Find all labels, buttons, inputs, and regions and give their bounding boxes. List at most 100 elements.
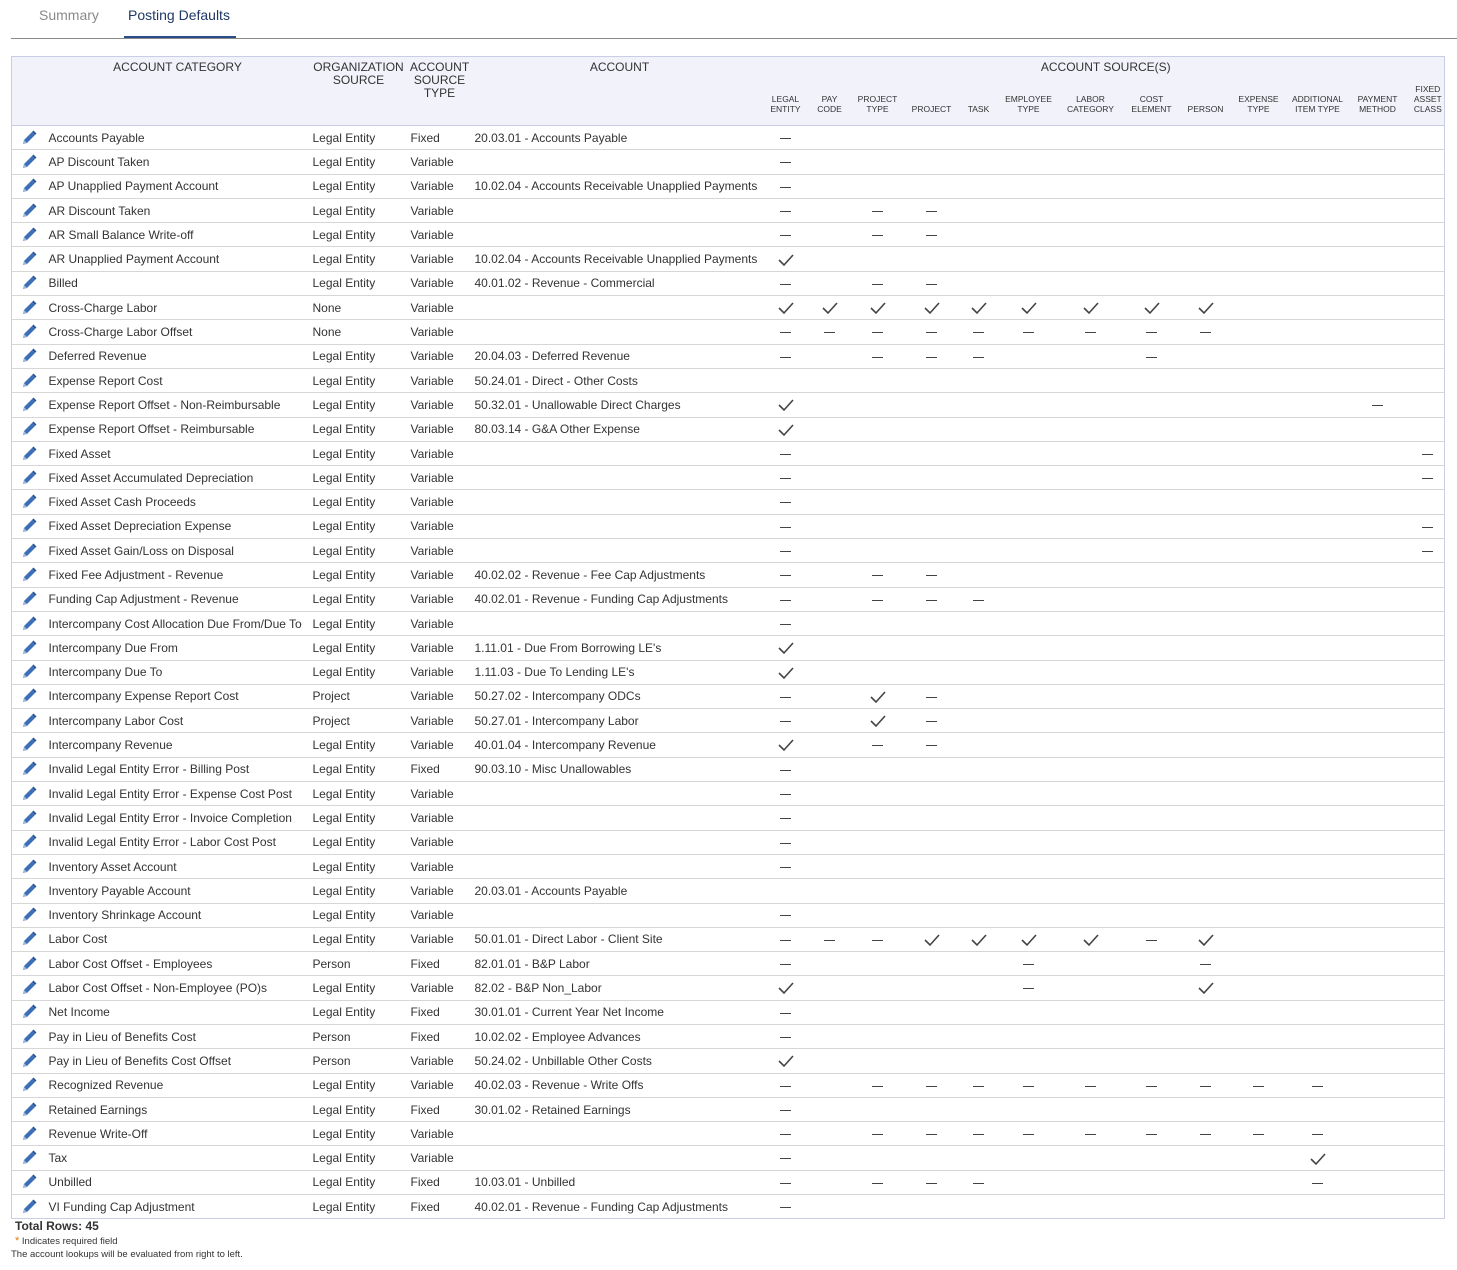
pencil-icon[interactable] xyxy=(20,470,38,484)
table-row: Fixed Asset Depreciation Expense Legal En… xyxy=(11,513,1445,539)
source-cell-payment-method xyxy=(1343,197,1412,223)
table-row: Expense Report Cost Legal Entity Variable 5… xyxy=(11,367,1445,393)
pencil-icon[interactable] xyxy=(20,664,38,679)
header-source-payment-method: PAYMENT METHOD xyxy=(1343,75,1412,126)
pencil-icon[interactable] xyxy=(20,567,38,581)
pencil-icon[interactable] xyxy=(20,251,38,266)
pencil-icon[interactable] xyxy=(20,640,38,654)
pencil-icon[interactable] xyxy=(20,834,38,849)
source-cell-fixed-asset-class xyxy=(1411,829,1445,855)
pencil-icon[interactable] xyxy=(20,907,38,922)
table-row: Invalid Legal Entity Error - Labor Cost … xyxy=(11,829,1445,855)
pencil-icon[interactable] xyxy=(20,1077,38,1092)
source-cell-expense-type xyxy=(1225,1194,1292,1219)
source-cell-cost-element xyxy=(1117,951,1186,976)
tab-posting-defaults[interactable]: Posting Defaults xyxy=(128,7,230,23)
pencil-icon[interactable] xyxy=(20,1174,38,1189)
pencil-icon[interactable] xyxy=(20,1150,38,1165)
pencil-icon[interactable] xyxy=(20,446,38,460)
account-category-cell: AR Small Balance Write-off xyxy=(45,222,310,247)
source-cell-person xyxy=(1185,173,1226,199)
source-cell-additional-item-type xyxy=(1291,586,1344,612)
source-cell-pay-code xyxy=(803,124,856,150)
pencil-icon[interactable] xyxy=(20,1102,38,1116)
source-cell-cost-element xyxy=(1117,197,1186,223)
pencil-icon[interactable] xyxy=(20,348,38,363)
source-cell-employee-type xyxy=(993,1023,1064,1049)
pencil-icon[interactable] xyxy=(20,203,38,217)
account-cell: 10.02.02 - Employee Advances xyxy=(471,1023,768,1049)
pencil-icon[interactable] xyxy=(20,810,38,824)
pencil-icon[interactable] xyxy=(20,616,38,630)
source-cell-legal-entity xyxy=(767,878,804,903)
pencil-icon[interactable] xyxy=(20,275,38,290)
dash-icon xyxy=(780,842,791,844)
source-cell-employee-type xyxy=(993,732,1064,758)
pencil-icon[interactable] xyxy=(20,956,38,970)
source-cell-fixed-asset-class xyxy=(1411,1096,1445,1122)
pencil-icon[interactable] xyxy=(20,543,38,557)
tab-summary[interactable]: Summary xyxy=(39,7,99,23)
pencil-icon[interactable] xyxy=(20,324,38,339)
source-cell-expense-type xyxy=(1225,635,1292,661)
account-category-cell: Cross-Charge Labor Offset xyxy=(45,319,310,345)
pencil-icon[interactable] xyxy=(20,980,38,995)
source-cell-project-type xyxy=(855,392,900,418)
pencil-icon[interactable] xyxy=(20,688,38,703)
source-cell-cost-element xyxy=(1117,1096,1186,1122)
edit-cell xyxy=(11,1169,46,1195)
pencil-icon[interactable] xyxy=(20,397,38,411)
pencil-icon[interactable] xyxy=(20,859,38,873)
pencil-icon[interactable] xyxy=(20,931,38,946)
source-cell-person xyxy=(1185,1169,1226,1195)
pencil-icon[interactable] xyxy=(20,1199,38,1213)
source-cell-cost-element xyxy=(1117,1121,1186,1146)
dash-icon xyxy=(1372,405,1383,407)
pencil-icon[interactable] xyxy=(20,494,38,509)
table-row: Invalid Legal Entity Error - Billing Pos… xyxy=(11,756,1445,782)
pencil-icon[interactable] xyxy=(20,130,38,144)
source-cell-fixed-asset-class xyxy=(1411,1194,1445,1219)
source-cell-fixed-asset-class xyxy=(1411,586,1445,612)
pencil-icon[interactable] xyxy=(20,154,38,168)
source-cell-additional-item-type xyxy=(1291,270,1344,296)
source-cell-expense-type xyxy=(1225,999,1292,1025)
pencil-icon[interactable] xyxy=(20,1126,38,1140)
table-row: Fixed Asset Gain/Loss on Disposal Legal E… xyxy=(11,538,1445,563)
source-cell-task xyxy=(963,222,994,247)
pencil-icon[interactable] xyxy=(20,1004,38,1019)
source-cell-labor-category xyxy=(1063,538,1118,563)
pencil-icon[interactable] xyxy=(20,373,38,387)
pencil-icon[interactable] xyxy=(20,591,38,606)
source-cell-additional-item-type xyxy=(1291,149,1344,175)
account-category-cell: Fixed Asset Depreciation Expense xyxy=(45,513,310,539)
account-cell xyxy=(471,610,768,636)
account-category-cell: Pay in Lieu of Benefits Cost xyxy=(45,1023,310,1049)
source-cell-cost-element xyxy=(1117,1072,1186,1098)
source-cell-cost-element xyxy=(1117,586,1186,612)
pencil-icon[interactable] xyxy=(20,227,38,241)
pencil-icon[interactable] xyxy=(20,1029,38,1043)
source-cell-employee-type xyxy=(993,173,1064,199)
pencil-icon[interactable] xyxy=(20,421,38,436)
pencil-icon[interactable] xyxy=(20,761,38,776)
source-cell-labor-category xyxy=(1063,951,1118,976)
source-cell-expense-type xyxy=(1225,926,1292,952)
pencil-icon[interactable] xyxy=(20,786,38,800)
pencil-icon[interactable] xyxy=(20,883,38,897)
pencil-icon[interactable] xyxy=(20,713,38,727)
pencil-icon[interactable] xyxy=(20,518,38,533)
source-cell-task xyxy=(963,805,994,831)
account-source-type-cell: Variable xyxy=(407,270,472,296)
pencil-icon[interactable] xyxy=(20,300,38,314)
pencil-icon[interactable] xyxy=(20,178,38,193)
source-cell-person xyxy=(1185,343,1226,369)
header-source-additional-item-type: ADDITIONAL ITEM TYPE xyxy=(1291,75,1344,126)
organization-source-cell: Legal Entity xyxy=(309,878,408,903)
source-cell-project xyxy=(899,586,964,612)
source-cell-task xyxy=(963,756,994,782)
pencil-icon[interactable] xyxy=(20,737,38,752)
source-cell-fixed-asset-class xyxy=(1411,1072,1445,1098)
source-cell-task xyxy=(963,440,994,466)
pencil-icon[interactable] xyxy=(20,1053,38,1067)
